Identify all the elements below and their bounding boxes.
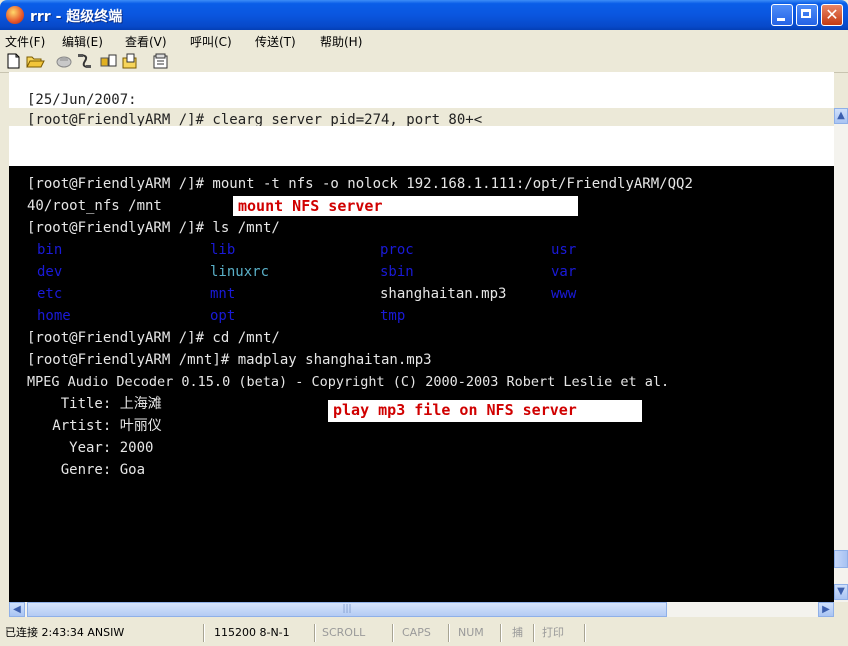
status-bar: 已连接 2:43:34 ANSIW 115200 8-N-1 SCROLL CA…: [0, 621, 848, 646]
receive-icon[interactable]: [121, 53, 139, 69]
terminal-line: Artist: 叶丽仪: [27, 418, 162, 434]
menu-transfer[interactable]: 传送(T): [255, 33, 296, 50]
menu-help[interactable]: 帮助(H): [320, 33, 362, 50]
terminal-line: [root@FriendlyARM /]# mount -t nfs -o no…: [27, 176, 693, 192]
terminal-line: [root@FriendlyARM /]# ls /mnt/: [27, 220, 280, 236]
ls-entry: dev: [37, 264, 63, 280]
ls-entry: var: [551, 264, 577, 280]
status-divider: [314, 624, 316, 642]
disconnect-icon[interactable]: [55, 53, 73, 69]
close-icon: ✕: [825, 5, 839, 24]
vertical-scrollbar[interactable]: [834, 108, 848, 602]
status-divider: [203, 624, 205, 642]
ls-entry: sbin: [380, 264, 414, 280]
mount-annotation: mount NFS server: [233, 196, 578, 216]
app-icon: [6, 6, 24, 24]
hyperterminal-window: rrr - 超级终端 ✕ 文件(F) 编辑(E) 查看(V) 呼叫(C) 传送(…: [0, 0, 848, 646]
title-bar[interactable]: rrr - 超级终端 ✕: [0, 0, 848, 30]
status-settings: 115200 8-N-1: [214, 626, 290, 639]
terminal-line: [root@FriendlyARM /mnt]# madplay shangha…: [27, 352, 432, 368]
send-icon[interactable]: [100, 53, 118, 69]
maximize-button[interactable]: [796, 4, 818, 26]
terminal-line: [root@FriendlyARM /]# cd /mnt/: [27, 330, 280, 346]
terminal-line: Year: 2000: [27, 440, 154, 456]
status-print: 打印: [542, 626, 564, 639]
status-caps: CAPS: [402, 626, 431, 639]
ls-entry: linuxrc: [210, 264, 270, 280]
ls-entry: tmp: [380, 308, 406, 324]
status-divider: [392, 624, 394, 642]
status-capture: 捕: [512, 626, 523, 639]
ls-entry: home: [37, 308, 71, 324]
status-divider: [533, 624, 535, 642]
toolbar: [0, 50, 848, 73]
menu-view[interactable]: 查看(V): [125, 33, 167, 50]
status-divider: [448, 624, 450, 642]
terminal-line: Title: 上海滩: [27, 396, 162, 412]
maximize-icon: [801, 9, 811, 18]
menu-edit[interactable]: 编辑(E): [62, 33, 103, 50]
ls-entry: www: [551, 286, 577, 302]
ls-entry: opt: [210, 308, 236, 324]
new-icon[interactable]: [5, 53, 23, 69]
scroll-right-button[interactable]: ▶: [818, 602, 834, 617]
terminal-line: MPEG Audio Decoder 0.15.0 (beta) - Copyr…: [27, 374, 670, 390]
ls-entry: bin: [37, 242, 63, 258]
minimize-button[interactable]: [771, 4, 793, 26]
ls-entry: usr: [551, 242, 577, 258]
scroll-down-button[interactable]: ▼: [834, 584, 848, 600]
scrollback-line: [25/Jun/2007:: [27, 92, 137, 108]
scroll-left-button[interactable]: ◀: [9, 602, 25, 617]
close-button[interactable]: ✕: [821, 4, 843, 26]
horizontal-scroll-thumb[interactable]: |||: [27, 602, 667, 617]
status-divider: [584, 624, 586, 642]
status-scroll: SCROLL: [322, 626, 366, 639]
menu-file[interactable]: 文件(F): [5, 33, 45, 50]
status-num: NUM: [458, 626, 484, 639]
scroll-up-button[interactable]: ▲: [834, 108, 848, 124]
minimize-icon: [777, 18, 785, 21]
menu-bar: 文件(F) 编辑(E) 查看(V) 呼叫(C) 传送(T) 帮助(H): [0, 30, 848, 50]
open-icon[interactable]: [26, 53, 45, 69]
scrollback-gap: [9, 126, 834, 166]
terminal-line: 40/root_nfs /mnt: [27, 198, 162, 214]
status-divider: [500, 624, 502, 642]
ls-entry: proc: [380, 242, 414, 258]
call-icon[interactable]: [75, 53, 93, 69]
terminal-line: Genre: Goa: [27, 462, 146, 478]
ls-entry: shanghaitan.mp3: [380, 286, 507, 302]
properties-icon[interactable]: [152, 53, 170, 69]
status-connected: 已连接 2:43:34 ANSIW: [5, 626, 125, 639]
ls-entry: lib: [210, 242, 236, 258]
ls-entry: mnt: [210, 286, 236, 302]
ls-entry: etc: [37, 286, 63, 302]
play-annotation: play mp3 file on NFS server: [328, 400, 642, 422]
menu-call[interactable]: 呼叫(C): [190, 33, 232, 50]
window-title: rrr - 超级终端: [30, 9, 123, 25]
vertical-scroll-thumb[interactable]: [834, 550, 848, 568]
